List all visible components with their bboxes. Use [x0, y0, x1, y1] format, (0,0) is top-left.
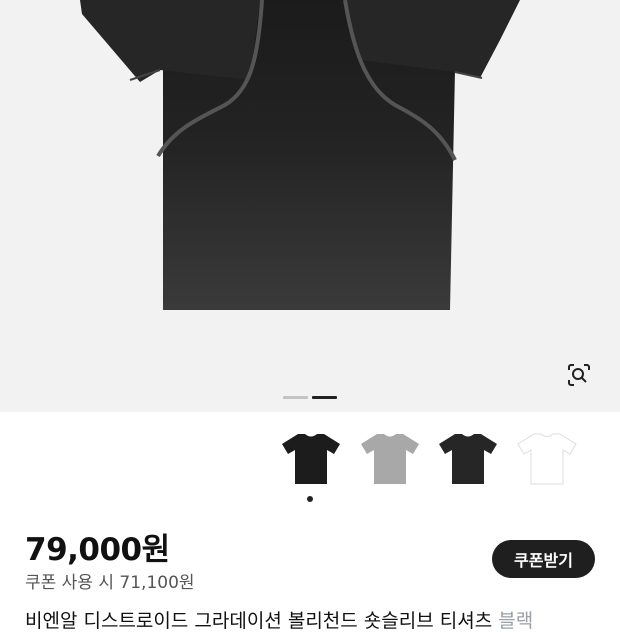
- tshirt-icon: [517, 433, 577, 485]
- pager-indicator: [283, 396, 308, 399]
- lens-search-icon: [568, 364, 590, 386]
- variant-thumb-white-tee[interactable]: [511, 426, 583, 490]
- variant-thumb-grey-tee[interactable]: [354, 426, 426, 490]
- product-image-area[interactable]: [0, 0, 620, 412]
- coupon-button[interactable]: 쿠폰받기: [492, 540, 595, 578]
- product-title-brand[interactable]: 블랙: [498, 610, 533, 632]
- variant-thumbnails: [270, 420, 620, 492]
- product-title-text: 비엔알 디스트로이드 그라데이션 볼리천드 숏슬리브 티셔츠: [25, 610, 493, 632]
- variant-thumb-black-faded-tee[interactable]: [432, 426, 504, 490]
- pager-indicator: [312, 396, 337, 399]
- tshirt-icon: [282, 434, 340, 484]
- tshirt-icon: [361, 434, 419, 484]
- price: 79,000원: [25, 532, 170, 568]
- selected-variant-dot: [307, 496, 313, 502]
- variant-thumb-black-tee[interactable]: [275, 426, 347, 490]
- product-title: 비엔알 디스트로이드 그라데이션 볼리천드 숏슬리브 티셔츠 블랙: [25, 606, 620, 636]
- coupon-price: 쿠폰 사용 시 71,100원: [25, 573, 195, 593]
- product-image: [80, 0, 520, 310]
- tshirt-icon: [439, 434, 497, 484]
- lens-search-button[interactable]: [566, 362, 600, 396]
- image-pager: [283, 396, 337, 399]
